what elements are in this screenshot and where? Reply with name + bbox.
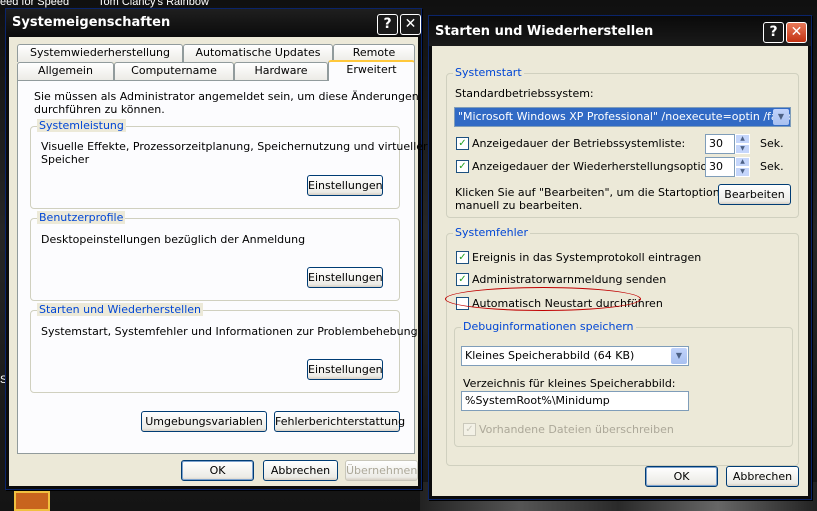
cancel-button[interactable]: Abbrechen: [726, 466, 799, 487]
event-log-checkbox[interactable]: ✓: [456, 251, 469, 264]
tab-erweitert[interactable]: Erweitert: [328, 60, 415, 81]
spin-down-icon[interactable]: ▼: [735, 167, 750, 177]
os-list-timeout-label: Anzeigedauer der Betriebssystemliste:: [472, 137, 686, 150]
systemfehler-group: Systemfehler ✓ Ereignis in das Systempro…: [445, 226, 799, 466]
recovery-timeout-checkbox[interactable]: ✓: [456, 160, 469, 173]
group-title: Debuginformationen speichern: [461, 320, 636, 333]
overwrite-checkbox[interactable]: ✓: [463, 423, 476, 436]
debug-info-group: Debuginformationen speichern Kleines Spe…: [454, 320, 793, 447]
default-os-value: "Microsoft Windows XP Professional" /noe…: [458, 110, 791, 123]
user-profiles-settings-button[interactable]: Einstellungen: [307, 267, 383, 288]
spin-up-icon[interactable]: ▲: [735, 134, 750, 144]
user-profiles-description: Desktopeinstellungen bezüglich der Anmel…: [41, 233, 306, 246]
chevron-down-icon[interactable]: ▼: [671, 348, 687, 364]
admin-notice: Sie müssen als Administrator angemeldet …: [34, 90, 419, 103]
edit-hint: Klicken Sie auf "Bearbeiten", um die Sta…: [455, 186, 734, 199]
recovery-timeout-input[interactable]: 30: [705, 157, 735, 177]
system-properties-titlebar[interactable]: Systemeigenschaften: [6, 9, 421, 37]
dump-type-value: Kleines Speicherabbild (64 KB): [465, 349, 635, 362]
performance-group: Systemleistung Visuelle Effekte, Prozess…: [30, 119, 428, 209]
overwrite-label: Vorhandene Dateien überschreiben: [479, 423, 674, 436]
tab-allgemein[interactable]: Allgemein: [17, 62, 114, 80]
seconds-unit: Sek.: [760, 160, 784, 173]
recovery-timeout-label: Anzeigedauer der Wiederherstellungsoptio…: [472, 160, 732, 173]
admin-notice: durchführen zu können.: [34, 103, 165, 116]
group-title: Systemfehler: [453, 226, 530, 239]
help-icon[interactable]: ?: [763, 22, 784, 43]
edit-button[interactable]: Bearbeiten: [718, 184, 791, 205]
group-title: Benutzerprofile: [37, 211, 126, 224]
admin-alert-label: Administratorwarnmeldung senden: [472, 273, 667, 286]
admin-alert-checkbox[interactable]: ✓: [456, 273, 469, 286]
dump-directory-input[interactable]: %SystemRoot%\Minidump: [461, 391, 689, 411]
recovery-timeout-spinner[interactable]: ▲ ▼: [735, 157, 750, 177]
startup-recovery-description: Systemstart, Systemfehler und Informatio…: [41, 325, 418, 338]
event-log-label: Ereignis in das Systemprotokoll eintrage…: [472, 251, 702, 264]
group-title: Systemleistung: [37, 119, 126, 132]
system-properties-client: Systemwiederherstellung Automatische Upd…: [9, 37, 428, 486]
performance-description: Speicher: [41, 153, 90, 166]
close-icon[interactable]: ✕: [786, 22, 807, 43]
startup-recovery-titlebar[interactable]: Starten und Wiederherstellen: [429, 16, 811, 46]
ok-button[interactable]: OK: [645, 466, 718, 487]
startup-recovery-window: Starten und Wiederherstellen ? ✕ Systems…: [428, 15, 812, 500]
group-title: Systemstart: [453, 66, 524, 79]
apply-button[interactable]: Übernehmen: [345, 460, 418, 481]
user-profiles-group: Benutzerprofile Desktopeinstellungen bez…: [30, 211, 400, 301]
error-reporting-button[interactable]: Fehlerberichterstattung: [274, 411, 405, 432]
os-list-timeout-spinner[interactable]: ▲ ▼: [735, 134, 750, 154]
highlight-ellipse: [445, 287, 641, 311]
tab-computername[interactable]: Computername: [114, 62, 234, 80]
tab-hardware[interactable]: Hardware: [234, 62, 328, 80]
spin-up-icon[interactable]: ▲: [735, 157, 750, 167]
spin-down-icon[interactable]: ▼: [735, 144, 750, 154]
startup-recovery-group: Starten und Wiederherstellen Systemstart…: [30, 303, 418, 393]
startup-recovery-client: Systemstart Standardbetriebssystem: "Mic…: [432, 46, 808, 496]
edit-hint: manuell zu bearbeiten.: [455, 199, 583, 212]
chevron-down-icon[interactable]: ▼: [773, 109, 789, 125]
performance-description: Visuelle Effekte, Prozessorzeitplanung, …: [41, 140, 428, 153]
desktop-icon-label[interactable]: Tom Clancy's Rainbow: [98, 0, 209, 8]
dump-type-select[interactable]: Kleines Speicherabbild (64 KB) ▼: [461, 346, 689, 366]
seconds-unit: Sek.: [760, 137, 784, 150]
os-list-timeout-input[interactable]: 30: [705, 134, 735, 154]
default-os-select[interactable]: "Microsoft Windows XP Professional" /noe…: [454, 107, 791, 127]
desktop-icon-label[interactable]: eed for Speed: [0, 0, 69, 8]
tab-systemwiederherstellung[interactable]: Systemwiederherstellung: [17, 44, 183, 62]
close-icon[interactable]: ✕: [400, 14, 421, 35]
dump-directory-label: Verzeichnis für kleines Speicherabbild:: [463, 377, 676, 390]
os-list-timeout-checkbox[interactable]: ✓: [456, 137, 469, 150]
help-icon[interactable]: ?: [377, 14, 398, 35]
system-properties-window: Systemeigenschaften ? ✕ Systemwiederhers…: [5, 8, 428, 490]
window-title: Starten und Wiederherstellen: [435, 24, 654, 39]
tab-automatische-updates[interactable]: Automatische Updates: [183, 44, 333, 62]
ok-button[interactable]: OK: [181, 460, 254, 481]
cancel-button[interactable]: Abbrechen: [263, 460, 338, 481]
environment-variables-button[interactable]: Umgebungsvariablen: [141, 411, 267, 432]
window-title: Systemeigenschaften: [12, 15, 171, 30]
systemstart-group: Systemstart Standardbetriebssystem: "Mic…: [446, 66, 799, 218]
default-os-label: Standardbetriebssystem:: [455, 87, 594, 100]
performance-settings-button[interactable]: Einstellungen: [307, 175, 383, 196]
group-title: Starten und Wiederherstellen: [37, 303, 203, 316]
desktop-game-icon[interactable]: [14, 491, 50, 511]
tab-panel-erweitert: Sie müssen als Administrator angemeldet …: [17, 80, 428, 454]
startup-recovery-settings-button[interactable]: Einstellungen: [307, 359, 383, 380]
